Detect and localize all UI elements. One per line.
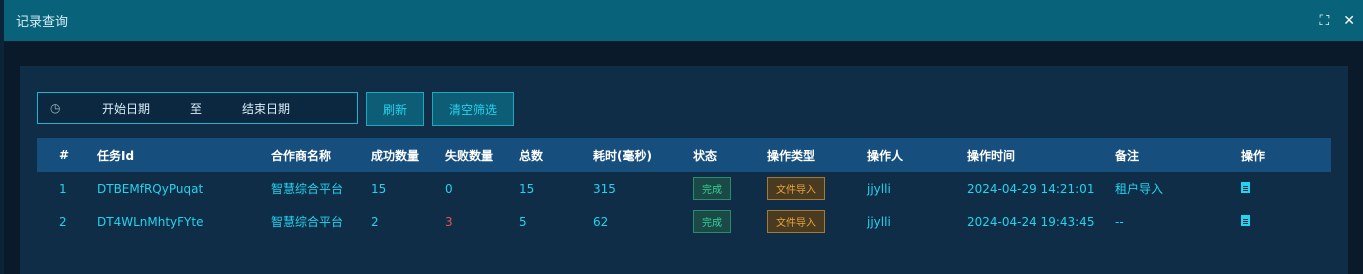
op-type-badge: 文件导入 [767,177,825,200]
cell-op-time: 2024-04-24 19:43:45 [967,214,1095,229]
col-action: 操作 [1241,148,1266,163]
cell-success: 2 [371,214,379,229]
clock-icon: ◷ [50,101,61,115]
records-panel: ◷ 开始日期 至 结束日期 刷新 清空筛选 # 任务Id 合作商名称 成功数量 … [20,66,1348,274]
document-icon[interactable] [1241,214,1250,226]
table-row: 1 DTBEMfRQyPuqat 智慧综合平台 15 0 15 315 完成 文… [37,172,1331,205]
cell-duration: 62 [593,214,609,229]
cell-task-id: DTBEMfRQyPuqat [97,181,204,196]
cell-duration: 315 [593,181,616,196]
date-separator: 至 [190,101,203,116]
date-end-field[interactable]: 结束日期 [242,100,290,117]
col-duration: 耗时(毫秒) [593,148,652,163]
date-range-picker[interactable]: ◷ 开始日期 至 结束日期 [37,92,358,124]
cell-fail: 3 [445,214,453,229]
cell-partner: 智慧综合平台 [271,182,344,196]
records-table: # 任务Id 合作商名称 成功数量 失败数量 总数 耗时(毫秒) 状态 操作类型… [37,138,1331,238]
cell-operator: jjylli [867,214,891,229]
cell-op-type: 文件导入 [767,205,867,238]
cell-fail: 0 [445,181,453,196]
fullscreen-icon[interactable]: ⛶ [1319,14,1329,28]
cell-total: 15 [519,181,535,196]
refresh-button[interactable]: 刷新 [366,92,425,126]
clear-filters-button[interactable]: 清空筛选 [432,92,515,126]
window-titlebar: 记录查询 ⛶ ✕ [4,0,1363,41]
col-success: 成功数量 [371,148,420,163]
cell-remark: 租户导入 [1115,182,1164,196]
cell-task-id: DT4WLnMhtyFYte [97,214,204,229]
col-total: 总数 [519,148,544,163]
window-edge [0,0,4,274]
cell-operator: jjylli [867,181,891,196]
col-remark: 备注 [1115,148,1140,163]
table-row: 2 DT4WLnMhtyFYte 智慧综合平台 2 3 5 62 完成 文件导入… [37,205,1331,238]
col-op-type: 操作类型 [767,148,816,163]
cell-action [1241,205,1331,238]
col-op-time: 操作时间 [967,148,1016,163]
col-status: 状态 [693,148,718,163]
col-index: # [59,148,70,162]
cell-index: 2 [59,214,67,229]
cell-op-type: 文件导入 [767,172,867,205]
op-type-badge: 文件导入 [767,210,825,233]
cell-action [1241,172,1331,205]
cell-op-time: 2024-04-29 14:21:01 [967,181,1095,196]
cell-status: 完成 [693,205,767,238]
cell-remark: -- [1115,214,1124,229]
status-badge: 完成 [693,177,731,200]
cell-index: 1 [59,181,67,196]
window-title: 记录查询 [16,15,69,30]
status-badge: 完成 [693,210,731,233]
cell-total: 5 [519,214,527,229]
col-operator: 操作人 [867,148,904,163]
cell-success: 15 [371,181,387,196]
close-icon[interactable]: ✕ [1343,14,1355,28]
col-fail: 失败数量 [445,148,494,163]
col-partner: 合作商名称 [271,148,332,163]
filter-bar: ◷ 开始日期 至 结束日期 刷新 清空筛选 [37,92,515,126]
cell-partner: 智慧综合平台 [271,215,344,229]
date-start-field[interactable]: 开始日期 [102,100,150,117]
document-icon[interactable] [1241,181,1250,193]
col-task-id: 任务Id [97,148,135,163]
table-header-row: # 任务Id 合作商名称 成功数量 失败数量 总数 耗时(毫秒) 状态 操作类型… [37,138,1331,172]
cell-status: 完成 [693,172,767,205]
